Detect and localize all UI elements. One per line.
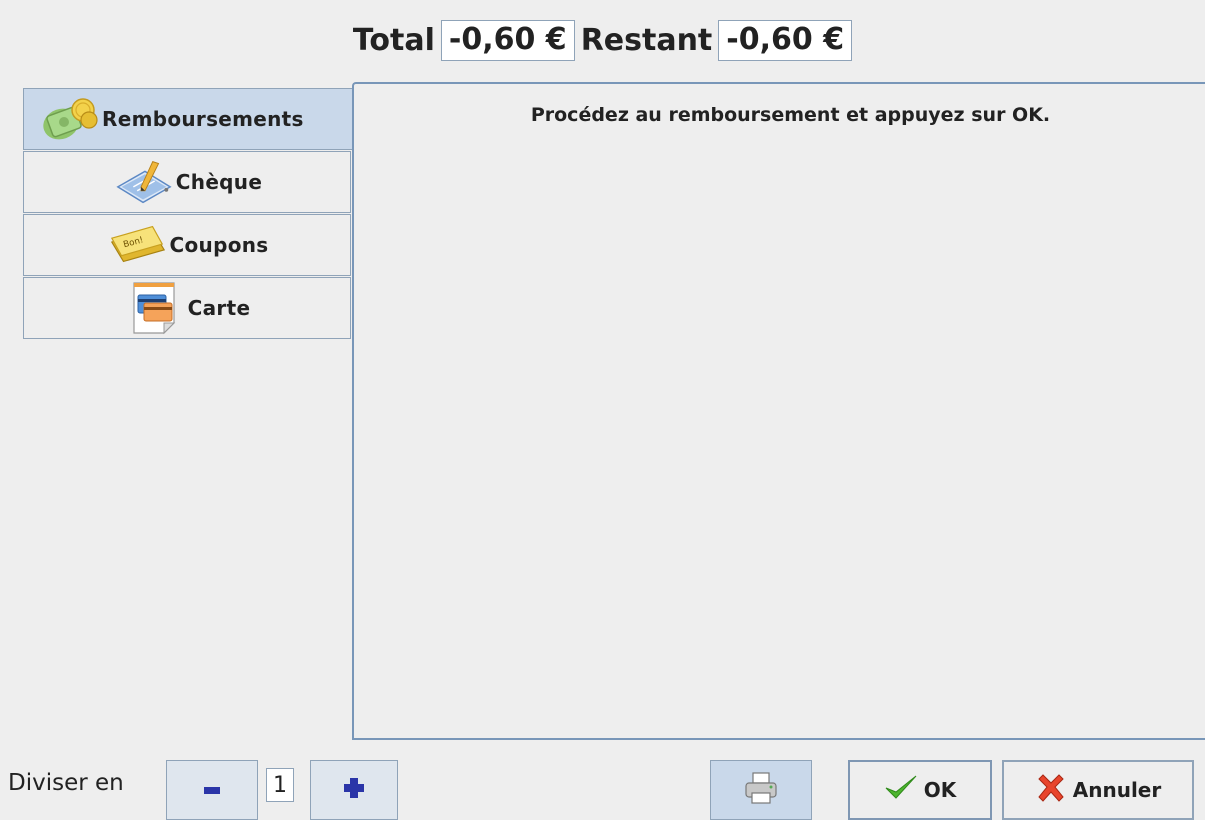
tab-carte[interactable]: Carte bbox=[23, 277, 351, 339]
ok-button-label: OK bbox=[923, 778, 957, 802]
coupon-ticket-icon: Bon! bbox=[106, 217, 170, 273]
cheque-pen-icon bbox=[112, 154, 176, 210]
bottom-toolbar: Diviser en 1 OK Annuler bbox=[0, 756, 1205, 820]
tab-cheque-label: Chèque bbox=[175, 170, 263, 194]
split-decrease-button[interactable] bbox=[166, 760, 258, 820]
tab-remboursements[interactable]: Remboursements bbox=[23, 88, 353, 150]
cancel-x-icon bbox=[1035, 772, 1067, 808]
cash-refund-icon bbox=[38, 91, 102, 147]
tab-cheque[interactable]: Chèque bbox=[23, 151, 351, 213]
refund-instruction: Procédez au remboursement et appuyez sur… bbox=[530, 104, 1051, 126]
total-label: Total bbox=[352, 22, 435, 58]
tab-remboursements-label: Remboursements bbox=[102, 107, 304, 131]
tab-coupons[interactable]: Bon! Coupons bbox=[23, 214, 351, 276]
tab-carte-label: Carte bbox=[187, 296, 251, 320]
plus-icon bbox=[342, 776, 366, 804]
cancel-button[interactable]: Annuler bbox=[1002, 760, 1194, 820]
cancel-button-label: Annuler bbox=[1072, 778, 1162, 802]
checkmark-icon bbox=[884, 774, 918, 806]
payment-summary-header: Total -0,60 € Restant -0,60 € bbox=[0, 0, 1205, 80]
split-count-field[interactable]: 1 bbox=[266, 768, 294, 802]
remaining-value: -0,60 € bbox=[718, 19, 853, 61]
printer-icon bbox=[743, 771, 779, 809]
credit-card-icon bbox=[124, 280, 188, 336]
tab-coupons-label: Coupons bbox=[169, 233, 269, 257]
payment-content-panel: Procédez au remboursement et appuyez sur… bbox=[352, 82, 1205, 740]
minus-icon bbox=[202, 781, 222, 800]
print-button[interactable] bbox=[710, 760, 812, 820]
total-value: -0,60 € bbox=[440, 19, 575, 61]
remaining-label: Restant bbox=[580, 22, 713, 58]
ok-button[interactable]: OK bbox=[848, 760, 992, 820]
split-label: Diviser en bbox=[8, 770, 124, 796]
split-increase-button[interactable] bbox=[310, 760, 398, 820]
